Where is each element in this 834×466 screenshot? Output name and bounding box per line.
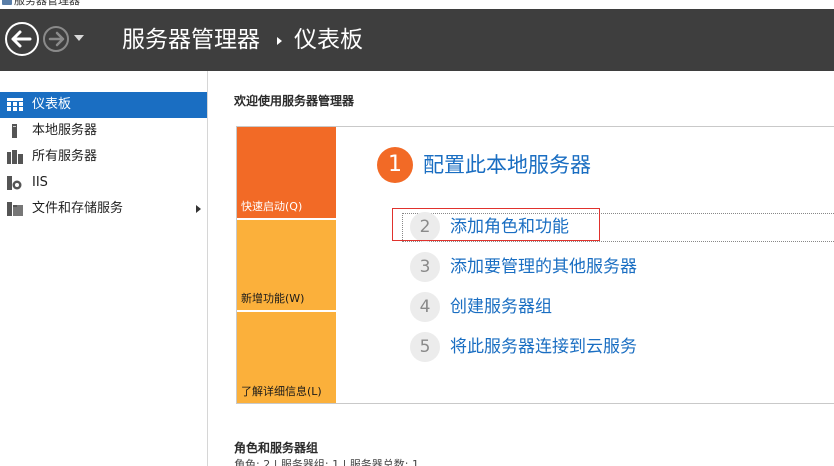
sidebar-item-file-storage[interactable]: 文件和存储服务 xyxy=(0,196,207,222)
tile-whats-new[interactable]: 新增功能(W) xyxy=(237,220,336,310)
sidebar-item-all-servers[interactable]: 所有服务器 xyxy=(0,144,207,170)
back-arrow-icon xyxy=(11,30,32,48)
page-title: 仪表板 xyxy=(294,27,363,53)
step-1-number: 1 xyxy=(377,147,413,183)
step-number: 4 xyxy=(410,292,440,322)
configure-local-server-link[interactable]: 配置此本地服务器 xyxy=(423,149,591,181)
breadcrumb-root[interactable]: 服务器管理器 xyxy=(122,25,260,55)
roles-heading: 角色和服务器组 xyxy=(234,441,319,455)
forward-button[interactable] xyxy=(43,26,69,52)
welcome-panel: 快速启动(Q) 新增功能(W) 了解详细信息(L) 1 配置此本地服务器 2 添… xyxy=(236,126,834,404)
sidebar: 仪表板 本地服务器 所有服务器 IIS 文件和存储服务 xyxy=(0,71,208,466)
title-bar: 服务器管理器 xyxy=(0,0,834,9)
main-content: 欢迎使用服务器管理器 快速启动(Q) 新增功能(W) 了解详细信息(L) 1 配… xyxy=(209,71,834,466)
sidebar-item-label: 所有服务器 xyxy=(32,149,98,164)
forward-arrow-icon xyxy=(48,31,65,47)
app-icon xyxy=(2,0,12,5)
history-dropdown-icon[interactable] xyxy=(74,35,84,41)
tile-quick-start[interactable]: 快速启动(Q) xyxy=(237,127,336,218)
tile-label: 新增功能(W) xyxy=(241,292,305,305)
sidebar-item-label: 文件和存储服务 xyxy=(32,201,124,216)
servers-icon xyxy=(7,150,23,164)
header-bar: 服务器管理器 仪表板 xyxy=(0,9,834,71)
step-number: 5 xyxy=(410,332,440,362)
tile-learn-more[interactable]: 了解详细信息(L) xyxy=(237,312,336,403)
add-servers-link[interactable]: 添加要管理的其他服务器 xyxy=(450,254,637,280)
sidebar-item-label: IIS xyxy=(32,175,48,190)
expand-arrow-icon[interactable] xyxy=(196,205,201,213)
sidebar-item-label: 仪表板 xyxy=(32,97,72,112)
step-number: 3 xyxy=(410,252,440,282)
window-title: 服务器管理器 xyxy=(14,0,80,7)
dashboard-icon xyxy=(7,98,23,111)
tile-label: 了解详细信息(L) xyxy=(241,385,322,398)
storage-icon xyxy=(7,202,23,216)
server-icon xyxy=(12,124,17,138)
sidebar-item-dashboard[interactable]: 仪表板 xyxy=(0,92,207,118)
roles-summary: 角色: 2 | 服务器组: 1 | 服务器总数: 1 xyxy=(234,458,420,466)
back-button[interactable] xyxy=(5,22,39,56)
create-group-link[interactable]: 创建服务器组 xyxy=(450,294,552,320)
sidebar-item-iis[interactable]: IIS xyxy=(0,170,207,196)
sidebar-item-local-server[interactable]: 本地服务器 xyxy=(0,118,207,144)
iis-icon xyxy=(7,176,22,190)
welcome-heading: 欢迎使用服务器管理器 xyxy=(234,94,355,108)
breadcrumb-separator-icon xyxy=(277,37,282,45)
connect-cloud-link[interactable]: 将此服务器连接到云服务 xyxy=(450,334,637,360)
highlight-box xyxy=(392,208,600,241)
tile-label: 快速启动(Q) xyxy=(241,200,303,213)
sidebar-item-label: 本地服务器 xyxy=(32,123,98,138)
